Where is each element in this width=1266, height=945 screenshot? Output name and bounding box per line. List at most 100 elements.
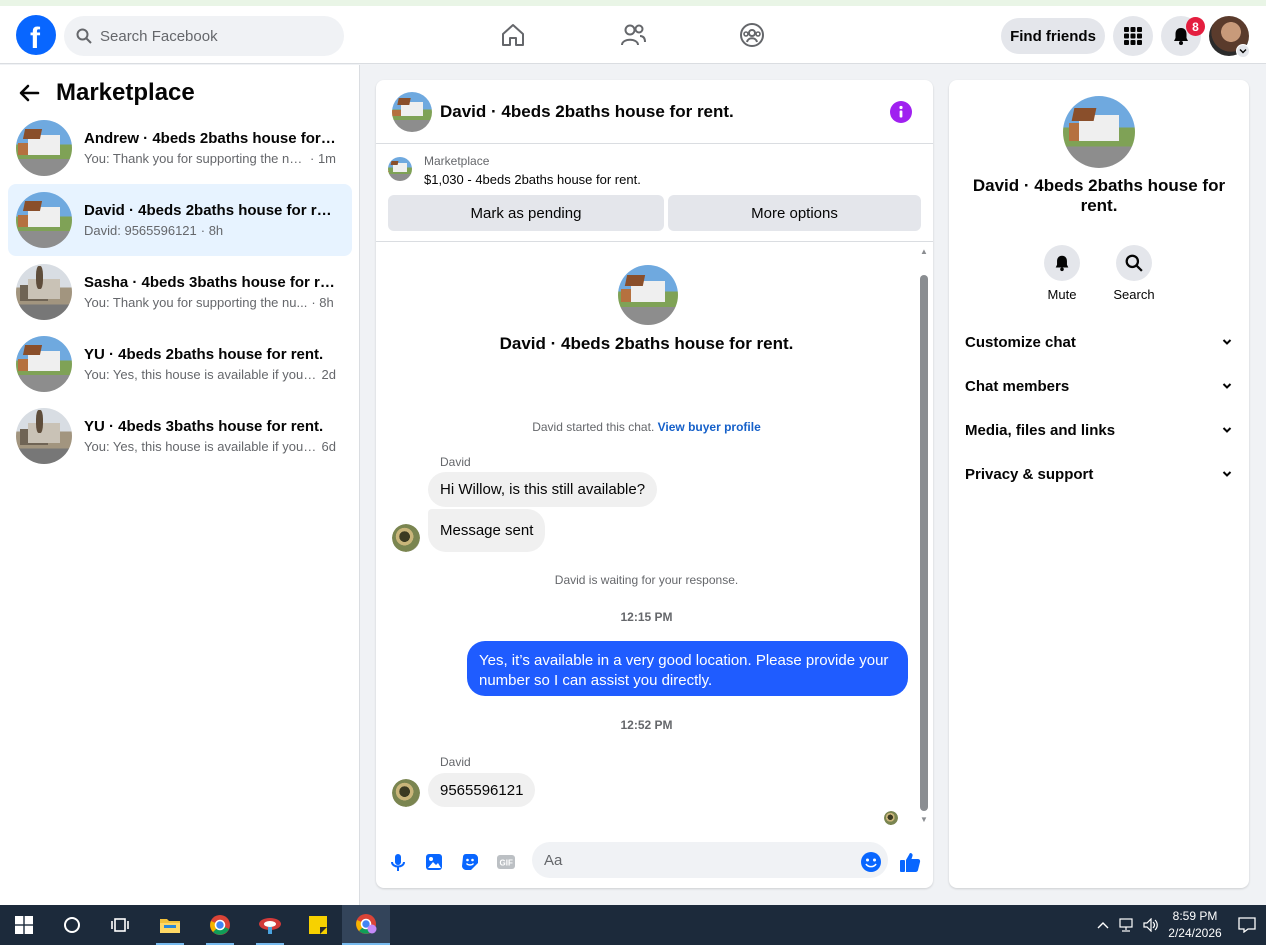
friends-icon[interactable] [619, 21, 647, 49]
volume-icon[interactable] [1140, 905, 1162, 945]
chrome-icon[interactable] [196, 905, 244, 945]
listing-thumbnail [16, 120, 72, 176]
menu-grid-icon[interactable] [1113, 16, 1153, 56]
conversation-title: Andrew · 4beds 2baths house for r... [84, 130, 336, 147]
incoming-message[interactable]: 9565596121 [428, 773, 536, 807]
folder-icon[interactable] [146, 905, 194, 945]
privacy-support-section[interactable]: Privacy & support [965, 454, 1233, 494]
chat-header-title[interactable]: David · 4beds 2baths house for rent. [440, 102, 734, 122]
image-icon[interactable] [422, 850, 446, 874]
search-in-conversation-button[interactable]: Search [1104, 245, 1164, 302]
sidebar-title: Marketplace [56, 79, 195, 106]
groups-icon[interactable] [738, 21, 766, 49]
incoming-message[interactable]: Message sent [428, 509, 546, 552]
sender-avatar[interactable] [392, 524, 420, 552]
scroll-up-arrow-icon[interactable]: ▲ [919, 246, 929, 256]
conversation-title: YU · 4beds 2baths house for rent. [84, 346, 324, 363]
waiting-notice: David is waiting for your response. [554, 573, 739, 587]
chrome-profile-icon[interactable] [342, 905, 390, 945]
conversation-snippet: You: Yes, this house is available if you… [84, 439, 318, 454]
listing-summary[interactable]: Marketplace $1,030 - 4beds 2baths house … [388, 154, 641, 187]
conversation-item-sasha[interactable]: Sasha · 4beds 3baths house for rent. You… [8, 256, 352, 328]
windows-start-icon[interactable] [0, 905, 48, 945]
chat-panel: David · 4beds 2baths house for rent. Mar… [376, 80, 933, 888]
svg-text:GIF: GIF [500, 859, 513, 868]
section-label: Chat members [965, 377, 1070, 395]
search-label: Search [1113, 287, 1155, 302]
notification-center-icon[interactable] [1234, 905, 1260, 945]
taskbar-clock[interactable]: 8:59 PM 2/24/2026 [1166, 908, 1224, 942]
facebook-logo-icon[interactable]: f [16, 15, 56, 55]
tray-chevron-up-icon[interactable] [1094, 905, 1112, 945]
conversation-snippet: You: Thank you for supporting the nu... [84, 295, 308, 310]
conversation-time: · 1m [310, 151, 336, 166]
home-icon[interactable] [499, 21, 527, 49]
search-icon [76, 28, 92, 44]
outgoing-message[interactable]: Yes, it’s available in a very good locat… [467, 641, 908, 696]
chat-header-thumbnail[interactable] [392, 91, 432, 132]
scrollbar-thumb[interactable] [920, 275, 928, 811]
conversation-item-david[interactable]: David · 4beds 2baths house for rent. Dav… [8, 184, 352, 256]
conversation-info-panel: David · 4beds 2baths house for rent. Mut… [949, 80, 1249, 888]
svg-text:f: f [30, 22, 41, 55]
conversation-title: Sasha · 4beds 3baths house for rent. [84, 274, 336, 291]
conversation-item-yu-3baths[interactable]: YU · 4beds 3baths house for rent. You: Y… [8, 400, 352, 472]
message-composer: GIF [376, 840, 933, 888]
notification-count-badge: 8 [1186, 17, 1205, 36]
chevron-down-icon [1221, 380, 1233, 392]
seen-indicator-avatar [884, 811, 898, 825]
customize-chat-section[interactable]: Customize chat [965, 322, 1233, 362]
conversation-snippet: You: Thank you for supporting the nu... [84, 151, 306, 166]
info-icon[interactable] [890, 101, 912, 123]
conversation-time: 2d [321, 367, 336, 382]
network-icon[interactable] [1116, 905, 1138, 945]
conversation-snippet: You: Yes, this house is available if you… [84, 367, 318, 382]
conversation-snippet: David: 9565596121 [84, 223, 197, 238]
started-text: David started this chat. [532, 420, 655, 434]
remote-app-icon[interactable] [246, 905, 294, 945]
incoming-message[interactable]: Hi Willow, is this still available? [428, 472, 658, 507]
notes-icon[interactable] [294, 905, 342, 945]
conversation-item-yu-2baths[interactable]: YU · 4beds 2baths house for rent. You: Y… [8, 328, 352, 400]
section-label: Customize chat [965, 333, 1076, 351]
listing-thumbnail [16, 408, 72, 464]
like-icon[interactable] [898, 850, 922, 874]
mute-label: Mute [1047, 287, 1077, 302]
cortana-icon[interactable] [48, 905, 96, 945]
timestamp: 12:15 PM [620, 610, 673, 624]
mute-button[interactable]: Mute [1032, 245, 1092, 302]
chevron-down-icon [1221, 424, 1233, 436]
mic-icon[interactable] [386, 850, 410, 874]
facebook-top-bar: f Search Facebook Find friends 8 [0, 6, 1266, 64]
chat-header: David · 4beds 2baths house for rent. [376, 80, 933, 144]
emoji-icon[interactable] [859, 850, 883, 874]
listing-category: Marketplace [424, 154, 490, 168]
info-title: David · 4beds 2baths house for rent. [972, 176, 1226, 215]
search-icon [1116, 245, 1152, 281]
back-arrow-icon[interactable] [18, 82, 40, 104]
bell-icon [1044, 245, 1080, 281]
marketplace-sidebar: Marketplace Andrew · 4beds 2baths house … [0, 65, 360, 905]
account-chevron-down-icon[interactable] [1236, 44, 1250, 58]
task-view-icon[interactable] [96, 905, 144, 945]
chat-hero-name: David · 4beds 2baths house for rent. [499, 334, 794, 353]
mark-as-pending-button[interactable]: Mark as pending [388, 195, 664, 231]
more-options-button[interactable]: More options [668, 195, 921, 231]
listing-price-title: $1,030 - 4beds 2baths house for rent. [424, 172, 641, 187]
chat-members-section[interactable]: Chat members [965, 366, 1233, 406]
sticker-icon[interactable] [458, 850, 482, 874]
gif-icon[interactable]: GIF [494, 850, 518, 874]
sender-avatar[interactable] [392, 779, 420, 807]
find-friends-button[interactable]: Find friends [1001, 18, 1105, 54]
view-buyer-profile-link[interactable]: View buyer profile [658, 420, 761, 434]
search-placeholder: Search Facebook [100, 27, 218, 45]
conversation-item-andrew[interactable]: Andrew · 4beds 2baths house for r... You… [8, 112, 352, 184]
listing-thumbnail [388, 157, 412, 181]
search-facebook-box[interactable]: Search Facebook [64, 16, 344, 56]
message-input[interactable] [532, 842, 888, 878]
chat-started-notice: David started this chat. View buyer prof… [376, 420, 917, 434]
media-files-links-section[interactable]: Media, files and links [965, 410, 1233, 450]
scroll-down-arrow-icon[interactable]: ▼ [919, 814, 929, 824]
sender-name: David [440, 455, 471, 469]
sender-name: David [440, 755, 471, 769]
